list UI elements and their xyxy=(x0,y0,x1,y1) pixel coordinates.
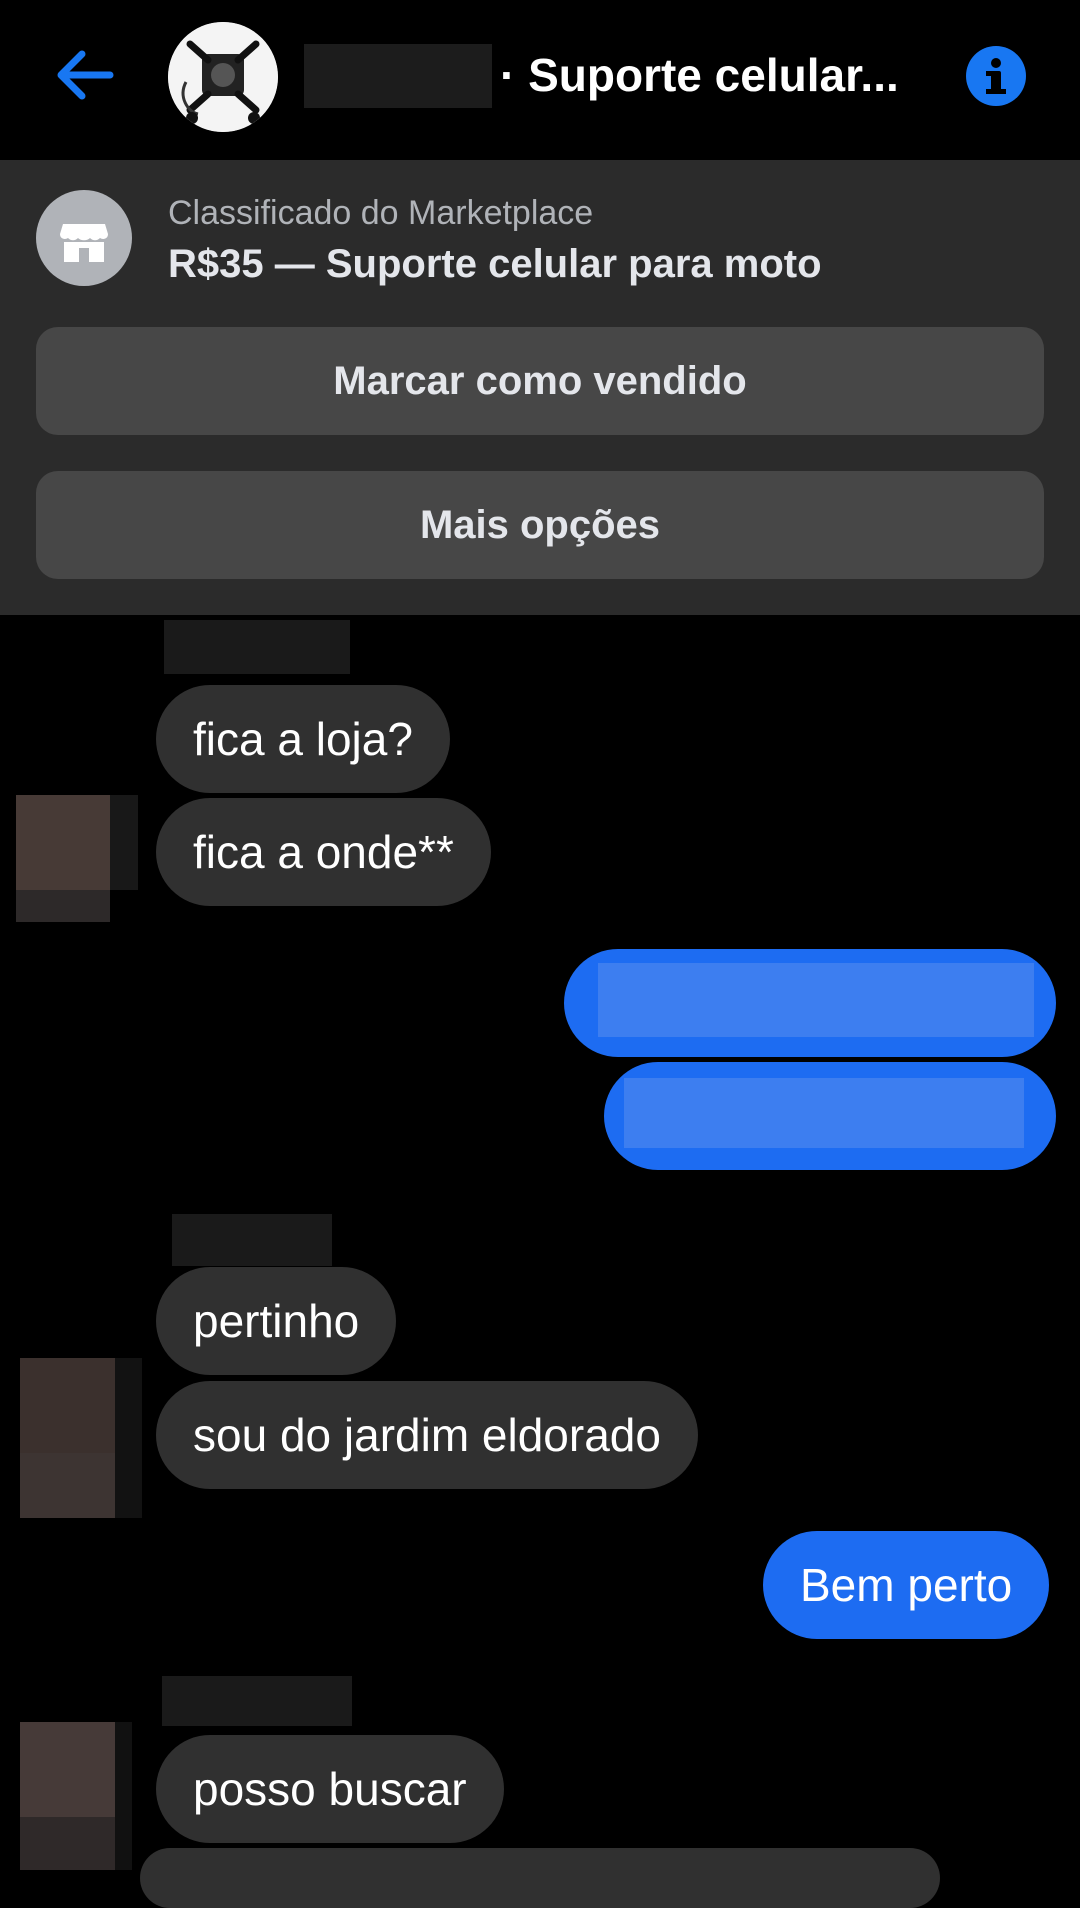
back-button[interactable] xyxy=(50,40,120,110)
storefront-icon xyxy=(60,224,108,262)
sender-name-redacted xyxy=(172,1214,332,1266)
incoming-message[interactable]: fica a onde** xyxy=(156,798,491,906)
contact-name-redacted xyxy=(304,44,492,108)
arrow-left-icon xyxy=(57,50,114,100)
phone-holder-image xyxy=(168,22,278,132)
incoming-message[interactable]: pertinho xyxy=(156,1267,397,1375)
conversation-title: · Suporte celular... xyxy=(500,49,899,101)
more-options-button[interactable]: Mais opções xyxy=(36,471,1044,579)
outgoing-message[interactable]: Bem perto xyxy=(763,1531,1050,1639)
info-button[interactable] xyxy=(966,46,1026,106)
sender-avatar-blurred[interactable] xyxy=(20,1722,132,1870)
incoming-message-partial[interactable] xyxy=(140,1848,940,1908)
message-text-redacted xyxy=(598,963,1034,1037)
listing-title-price[interactable]: R$35 — Suporte celular para moto xyxy=(168,242,822,287)
sender-avatar-blurred[interactable] xyxy=(20,1358,142,1518)
sender-name-redacted xyxy=(162,1676,352,1726)
mark-as-sold-button[interactable]: Marcar como vendido xyxy=(36,327,1044,435)
product-avatar[interactable] xyxy=(168,22,278,132)
incoming-message[interactable]: sou do jardim eldorado xyxy=(156,1381,698,1489)
info-icon xyxy=(986,58,1006,94)
outgoing-message-redacted[interactable] xyxy=(604,1062,1056,1170)
message-text-redacted xyxy=(624,1078,1024,1148)
incoming-message[interactable]: fica a loja? xyxy=(156,685,450,793)
marketplace-label: Classificado do Marketplace xyxy=(168,194,594,232)
marketplace-shop-badge xyxy=(36,190,132,286)
outgoing-message-redacted[interactable] xyxy=(564,949,1056,1057)
incoming-message[interactable]: posso buscar xyxy=(156,1735,504,1843)
sender-avatar-blurred[interactable] xyxy=(16,795,138,922)
sender-name-redacted xyxy=(164,620,350,674)
